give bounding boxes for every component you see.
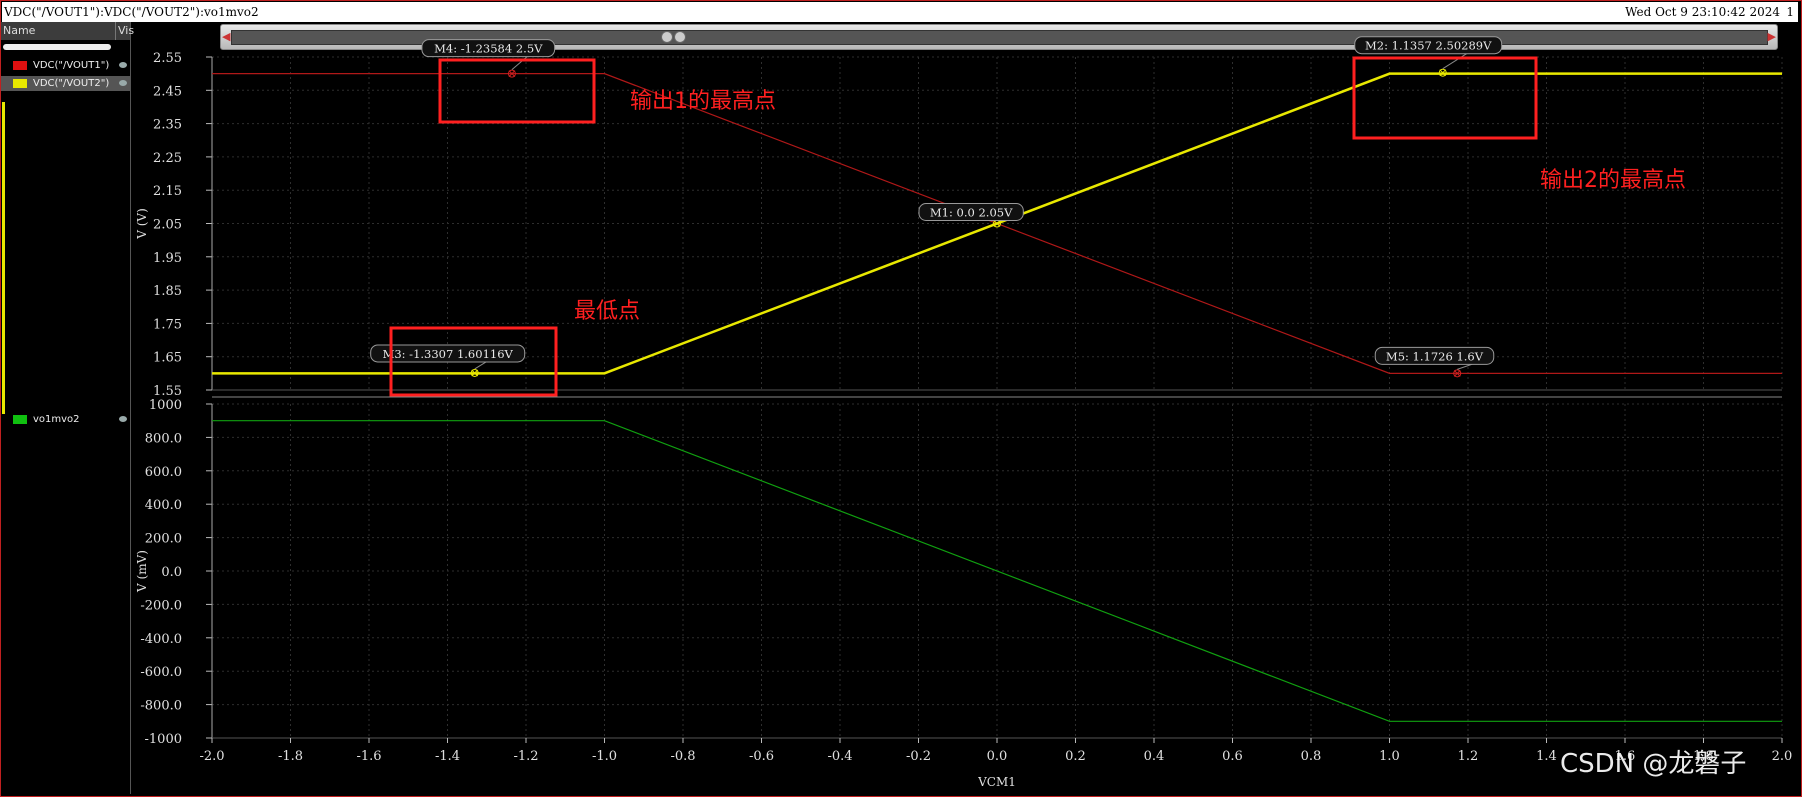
y-tick-label: -800.0	[140, 699, 182, 714]
x-tick-label: -2.0	[199, 749, 224, 764]
y-axis-label: V (V)	[135, 208, 149, 240]
y-tick-label: 1.95	[153, 251, 182, 266]
y-tick-label: 1000	[149, 398, 182, 413]
x-tick-label: 0.0	[987, 749, 1008, 764]
y-tick-label: 200.0	[145, 532, 182, 547]
x-tick-label: 2.0	[1772, 749, 1793, 764]
x-tick-label: -0.4	[827, 749, 852, 764]
x-tick-label: 1.4	[1536, 749, 1557, 764]
marker-label-m2: M2: 1.1357 2.50289V	[1365, 39, 1492, 53]
marker-label-m1: M1: 0.0 2.05V	[930, 206, 1013, 220]
y-tick-label: 1.75	[153, 317, 182, 332]
x-tick-label: 0.8	[1301, 749, 1322, 764]
annotation-output2-peak: 输出2的最高点	[1540, 168, 1686, 193]
y-axis-label: V (mV)	[135, 550, 149, 593]
waveform-plot: 2.55 2.45 2.35 2.25 2.15 2.05 1.95 1.85 1.75 1.65…	[135, 36, 1793, 789]
y-tick-label: 2.05	[153, 218, 182, 233]
y-tick-label: 2.55	[153, 51, 182, 66]
x-tick-label: 0.2	[1065, 749, 1086, 764]
x-tick-label: 1.0	[1379, 749, 1400, 764]
y-tick-label: -200.0	[140, 598, 182, 613]
y-tick-label: 2.25	[153, 151, 182, 166]
x-tick-label: 0.6	[1222, 749, 1243, 764]
y-tick-label: -1000	[145, 732, 182, 747]
x-tick-label: -1.4	[435, 749, 460, 764]
highlight-box-m4	[438, 58, 596, 124]
x-axis-label: VCM1	[977, 775, 1016, 789]
marker-label-m3: M3: -1.3307 1.60116V	[383, 347, 514, 361]
y-tick-label: 2.15	[153, 184, 182, 199]
y-tick-label: 800.0	[145, 431, 182, 446]
x-tick-label: 1.2	[1458, 749, 1479, 764]
y-tick-label: 2.35	[153, 118, 182, 133]
y-tick-label: 0.0	[161, 565, 182, 580]
x-tick-label: -1.8	[278, 749, 303, 764]
annotation-lowest-point: 最低点	[574, 299, 640, 324]
y-tick-label: 1.55	[153, 384, 182, 399]
x-tick-label: 0.4	[1144, 749, 1165, 764]
marker-label-m5: M5: 1.1726 1.6V	[1386, 349, 1484, 363]
y-tick-label: 600.0	[145, 465, 182, 480]
x-tick-label: -0.2	[906, 749, 931, 764]
x-tick-label: -1.0	[592, 749, 617, 764]
marker-label-m4: M4: -1.23584 2.5V	[434, 42, 543, 56]
x-tick-label: -1.6	[356, 749, 381, 764]
x-tick-label: -0.6	[749, 749, 774, 764]
y-tick-label: 1.65	[153, 351, 182, 366]
marker-leader	[1442, 52, 1469, 70]
watermark: CSDN @龙磐子	[1560, 749, 1746, 779]
x-tick-label: -0.8	[670, 749, 695, 764]
y-tick-label: 1.85	[153, 284, 182, 299]
y-tick-label: -600.0	[140, 665, 182, 680]
x-tick-label: -1.2	[513, 749, 538, 764]
y-tick-label: -400.0	[140, 632, 182, 647]
annotation-output1-peak: 输出1的最高点	[630, 89, 776, 114]
y-tick-label: 2.45	[153, 84, 182, 99]
y-tick-label: 400.0	[145, 498, 182, 513]
